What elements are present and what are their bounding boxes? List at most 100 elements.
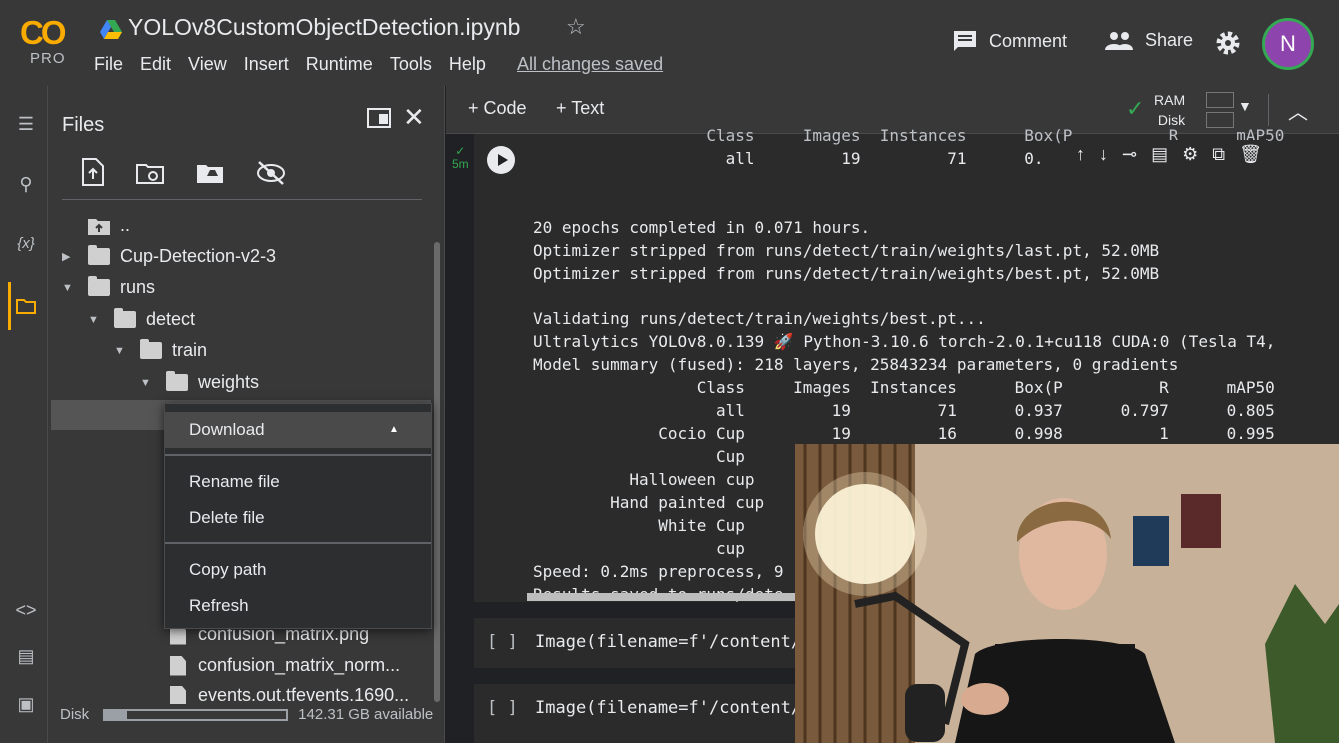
connected-check-icon: ✓ <box>1126 96 1145 121</box>
parent-dir-row[interactable]: .. <box>88 215 130 236</box>
tree-label: confusion_matrix_norm... <box>198 655 401 675</box>
link-icon[interactable]: ⊸ <box>1122 144 1137 165</box>
people-icon <box>1105 31 1133 50</box>
cell-run-bracket[interactable]: [ ] <box>487 698 518 718</box>
upload-file-icon[interactable] <box>82 158 104 186</box>
command-palette-icon[interactable]: ▤ <box>12 642 40 670</box>
tree-item-weights[interactable]: ▼ weights <box>140 371 260 393</box>
menu-edit[interactable]: Edit <box>140 54 171 75</box>
disk-available: 142.31 GB available <box>298 706 434 723</box>
output-line: Optimizer stripped from runs/detect/trai… <box>533 241 1160 260</box>
folder-icon <box>88 276 110 296</box>
move-up-icon[interactable]: ↑ <box>1076 144 1085 165</box>
menu-item-refresh[interactable]: Refresh <box>165 588 431 624</box>
user-avatar[interactable]: N <box>1262 18 1314 70</box>
code-snippets-icon[interactable]: <> <box>12 596 40 624</box>
settings-gear-icon[interactable] <box>1215 30 1241 56</box>
menu-help[interactable]: Help <box>449 54 486 75</box>
open-in-tab-icon[interactable] <box>367 108 391 128</box>
output-line: Optimizer stripped from runs/detect/trai… <box>533 264 1160 283</box>
table-of-contents-icon[interactable]: ☰ <box>12 110 40 138</box>
hide-files-icon[interactable] <box>256 160 286 186</box>
files-title: Files <box>62 114 105 136</box>
execution-status: ✓ 5m <box>452 144 469 171</box>
output-line: Ultralytics YOLOv8.0.139 🚀 Python-3.10.6… <box>533 332 1276 351</box>
menu-item-label: Rename file <box>189 472 280 491</box>
ram-label: RAM <box>1154 92 1186 108</box>
menu-insert[interactable]: Insert <box>244 54 289 75</box>
output-line: Cocio Cup 19 16 0.998 1 0.995 <box>533 424 1275 443</box>
output-line: 20 epochs completed in 0.071 hours. <box>533 218 871 237</box>
menu-item-copy-path[interactable]: Copy path <box>165 552 431 588</box>
delete-icon[interactable]: 🗑 <box>1239 144 1262 165</box>
cell-toolbar: ↑ ↓ ⊸ ▤ ⚙ ⧉ 🗑 <box>1070 140 1268 169</box>
output-line: all 19 71 0.937 0.797 0.805 <box>533 401 1275 420</box>
add-text-button[interactable]: + Text <box>556 98 604 119</box>
star-icon[interactable]: ☆ <box>566 14 586 40</box>
folder-icon[interactable] <box>12 292 40 320</box>
left-rail: ☰ ⚲ {x} <> ▤ ▣ <box>0 86 48 743</box>
comment-icon[interactable]: ▤ <box>1151 144 1168 165</box>
tree-item-events[interactable]: events.out.tfevents.1690... <box>170 686 409 704</box>
logo-pro-badge: PRO <box>30 50 66 67</box>
share-button[interactable]: Share <box>1105 30 1193 51</box>
menu-item-rename[interactable]: Rename file <box>165 464 431 500</box>
logo-text: CO <box>20 14 66 51</box>
comment-button[interactable]: Comment <box>953 30 1067 52</box>
tree-label: detect <box>146 309 196 329</box>
tree-item-runs[interactable]: ▼ runs <box>62 276 155 298</box>
add-code-button[interactable]: + Code <box>468 98 527 119</box>
disk-usage-bar <box>103 708 289 721</box>
menu-item-label: Delete file <box>189 508 265 527</box>
refresh-folder-icon[interactable] <box>136 162 166 186</box>
mount-drive-icon[interactable] <box>196 162 226 186</box>
code-line[interactable]: Image(filename=f'/content/ <box>535 632 801 652</box>
menu-tools[interactable]: Tools <box>390 54 432 75</box>
mirror-cell-icon[interactable]: ⧉ <box>1212 144 1225 165</box>
tree-label: events.out.tfevents.1690... <box>198 686 410 704</box>
menu-item-label: Refresh <box>189 596 249 615</box>
resource-dropdown-icon[interactable]: ▼ <box>1238 98 1252 114</box>
expand-arrow-icon[interactable]: ▶ <box>62 250 76 263</box>
folder-icon <box>114 308 136 328</box>
add-code-label: Code <box>483 98 527 118</box>
collapse-header-icon[interactable]: ︿ <box>1288 96 1308 125</box>
menu-runtime[interactable]: Runtime <box>306 54 373 75</box>
terminal-icon[interactable]: ▣ <box>12 690 40 718</box>
output-horizontal-scrollbar[interactable] <box>527 593 797 601</box>
active-indicator <box>8 282 11 330</box>
comment-label: Comment <box>989 30 1068 51</box>
search-icon[interactable]: ⚲ <box>12 170 40 198</box>
variables-icon[interactable]: {x} <box>12 230 40 258</box>
comment-icon <box>954 31 976 51</box>
colab-logo[interactable]: CO PRO <box>20 14 76 70</box>
tree-item-detect[interactable]: ▼ detect <box>88 308 196 330</box>
files-scrollbar[interactable] <box>434 242 440 702</box>
notebook-title[interactable]: YOLOv8CustomObjectDetection.ipynb <box>128 14 520 41</box>
tree-item-train[interactable]: ▼ train <box>114 339 207 361</box>
save-status-link[interactable]: All changes saved <box>517 54 663 75</box>
close-icon[interactable]: ✕ <box>403 102 425 133</box>
collapse-arrow-icon[interactable]: ▼ <box>140 377 154 389</box>
folder-icon <box>88 245 110 265</box>
collapse-arrow-icon[interactable]: ▼ <box>62 282 76 294</box>
output-line: Model summary (fused): 218 layers, 25843… <box>533 355 1179 374</box>
tree-item-cup-detection[interactable]: ▶ Cup-Detection-v2-3 <box>62 245 276 267</box>
code-line[interactable]: Image(filename=f'/content/ <box>535 698 801 718</box>
file-icon <box>170 655 186 676</box>
move-down-icon[interactable]: ↓ <box>1099 144 1108 165</box>
collapse-arrow-icon[interactable]: ▼ <box>114 345 128 357</box>
output-line: Class Images Instances Box(P R mAP50 <box>533 378 1275 397</box>
menu-file[interactable]: File <box>94 54 123 75</box>
run-cell-button[interactable] <box>487 146 515 174</box>
menu-view[interactable]: View <box>188 54 227 75</box>
avatar-letter: N <box>1280 31 1296 56</box>
execution-time: 5m <box>452 157 469 171</box>
collapse-arrow-icon[interactable]: ▼ <box>88 314 102 326</box>
cell-settings-icon[interactable]: ⚙ <box>1182 144 1198 165</box>
cell-run-bracket[interactable]: [ ] <box>487 632 518 652</box>
tree-label: weights <box>198 372 260 392</box>
menu-item-download[interactable]: Download ▲ <box>165 412 431 448</box>
menu-item-delete[interactable]: Delete file <box>165 500 431 536</box>
tree-item-confusion-matrix-norm[interactable]: confusion_matrix_norm... <box>170 655 400 676</box>
